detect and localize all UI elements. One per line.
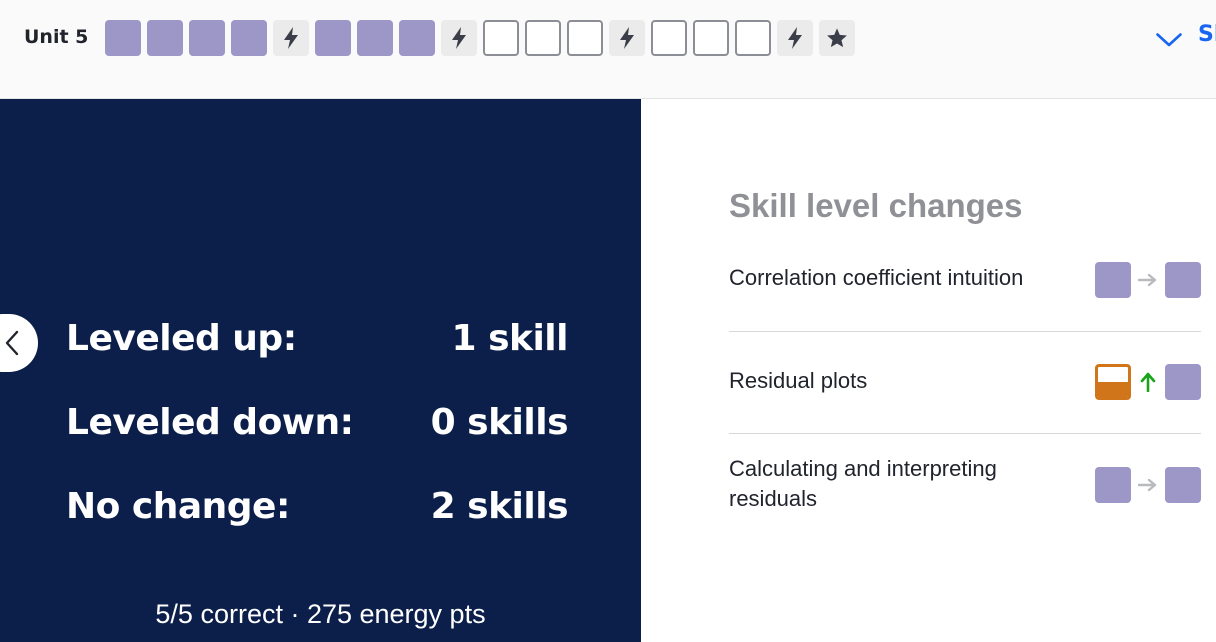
progress-cells: [105, 20, 855, 56]
progress-cell-quiz[interactable]: [777, 20, 813, 56]
score-summary: 5/5 correct · 275 energy pts: [155, 599, 486, 629]
skill-level-change: [1095, 364, 1201, 400]
unit-progress-bar: Unit 5 Sh: [0, 0, 1216, 99]
lightning-icon: [788, 27, 802, 49]
no-change-row: No change: 2 skills: [66, 481, 569, 531]
lightning-icon: [620, 27, 634, 49]
progress-cell-not-started[interactable]: [651, 20, 687, 56]
arrow-right-icon: [1137, 269, 1159, 291]
leveled-down-row: Leveled down: 0 skills: [66, 397, 569, 447]
chevron-down-icon: [1156, 33, 1182, 47]
arrow-up-icon: [1137, 371, 1159, 393]
level-after-mastered: [1165, 364, 1201, 400]
progress-cell-quiz[interactable]: [441, 20, 477, 56]
progress-cell-mastered[interactable]: [399, 20, 435, 56]
results-summary-panel: Leveled up: 1 skill Leveled down: 0 skil…: [0, 99, 641, 642]
skill-name: Correlation coefficient intuition: [729, 265, 1024, 290]
arrow-right-icon: [1137, 474, 1159, 496]
leveled-up-label: Leveled up:: [66, 317, 297, 359]
progress-cell-mastered[interactable]: [357, 20, 393, 56]
no-change-label: No change:: [66, 485, 290, 527]
lightning-icon: [284, 27, 298, 49]
skill-row: Calculating and interpreting residuals: [729, 434, 1201, 534]
leveled-up-value: 1 skill: [451, 317, 569, 359]
level-after-mastered: [1165, 467, 1201, 503]
progress-cell-mastered[interactable]: [231, 20, 267, 56]
progress-cell-not-started[interactable]: [525, 20, 561, 56]
progress-cell-not-started[interactable]: [567, 20, 603, 56]
progress-cell-mastered[interactable]: [147, 20, 183, 56]
progress-cell-mastered[interactable]: [105, 20, 141, 56]
progress-cell-mastered[interactable]: [189, 20, 225, 56]
progress-cell-mastered[interactable]: [315, 20, 351, 56]
leveled-down-label: Leveled down:: [66, 401, 354, 443]
level-before-familiar: [1095, 364, 1131, 400]
skill-level-change: [1095, 262, 1201, 298]
level-after-mastered: [1165, 262, 1201, 298]
star-icon: [827, 28, 847, 48]
chevron-left-icon: [5, 330, 19, 356]
progress-cell-not-started[interactable]: [693, 20, 729, 56]
level-before-mastered: [1095, 467, 1131, 503]
previous-button[interactable]: [0, 314, 38, 372]
skill-name: Calculating and interpreting residuals: [729, 456, 997, 511]
skill-name: Residual plots: [729, 368, 868, 393]
show-toggle-label[interactable]: Sh: [1198, 22, 1216, 47]
progress-cell-not-started[interactable]: [483, 20, 519, 56]
skill-row: Residual plots: [729, 332, 1201, 434]
lightning-icon: [452, 27, 466, 49]
progress-cell-unit-test[interactable]: [819, 20, 855, 56]
progress-cell-quiz[interactable]: [273, 20, 309, 56]
leveled-down-value: 0 skills: [430, 401, 569, 443]
skill-changes-panel: Skill level changes Correlation coeffici…: [641, 99, 1216, 642]
level-before-mastered: [1095, 262, 1131, 298]
progress-cell-not-started[interactable]: [735, 20, 771, 56]
no-change-value: 2 skills: [430, 485, 569, 527]
skill-level-change: [1095, 467, 1201, 503]
skill-row: Correlation coefficient intuition: [729, 249, 1201, 332]
expand-button[interactable]: [1155, 28, 1183, 52]
skill-changes-title: Skill level changes: [729, 187, 1023, 224]
progress-cell-quiz[interactable]: [609, 20, 645, 56]
unit-label: Unit 5: [24, 26, 89, 48]
leveled-up-row: Leveled up: 1 skill: [66, 313, 569, 363]
